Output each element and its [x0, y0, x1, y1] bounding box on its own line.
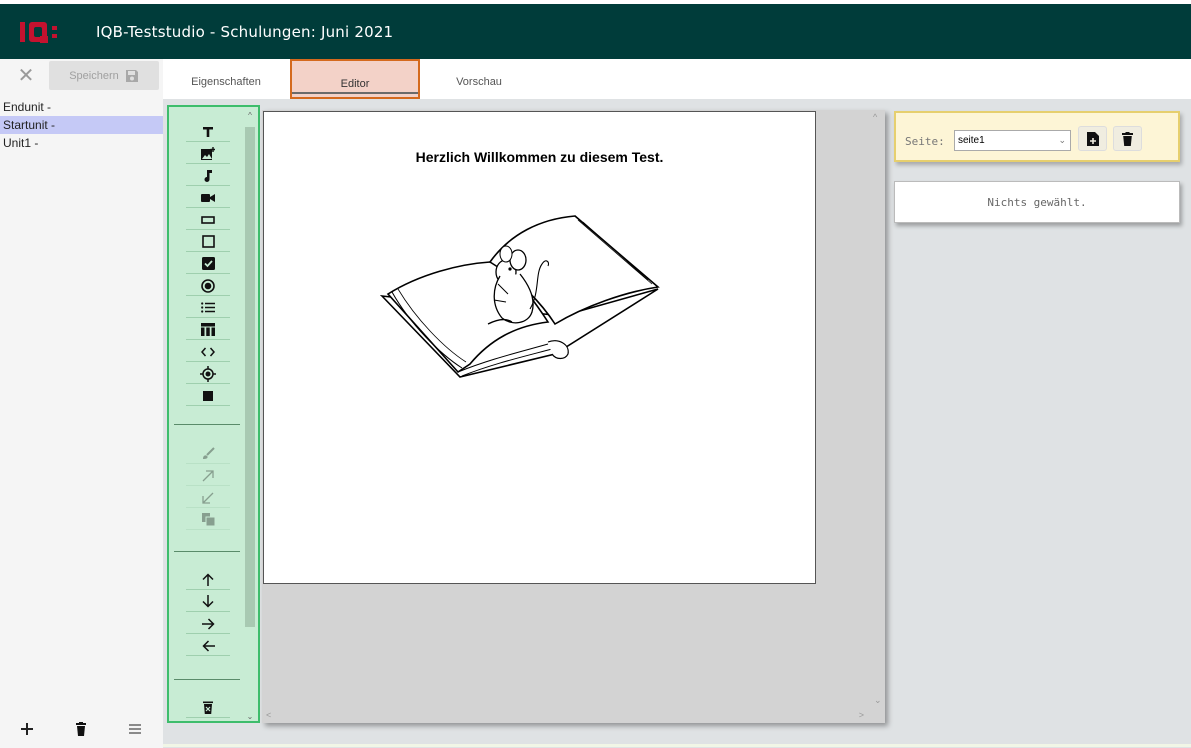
chevron-down-icon: ⌄: [1058, 135, 1066, 145]
toolbox-scroll-thumb[interactable]: [245, 127, 255, 627]
toolbox-divider: [174, 424, 240, 425]
unit-toolbar: ✕ Speichern: [0, 59, 163, 93]
menu-icon: [129, 724, 141, 734]
delete-page-button[interactable]: [1113, 126, 1142, 151]
delete-unit-button[interactable]: [54, 710, 108, 748]
seite-label: Seite:: [905, 135, 945, 148]
toolbox-divider: [174, 551, 240, 552]
tab-editor[interactable]: Editor: [290, 59, 420, 99]
arrow-up-right-icon[interactable]: [186, 466, 230, 486]
unit-page[interactable]: Herzlich Willkommen zu diesem Test.: [263, 111, 816, 584]
arrow-up-icon[interactable]: [186, 570, 230, 590]
app-header: IQB-Teststudio - Schulungen: Juni 2021: [0, 4, 1191, 59]
list-icon[interactable]: [186, 298, 230, 318]
trash-icon: [1122, 131, 1133, 146]
unit-item-endunit[interactable]: Endunit -: [0, 98, 163, 116]
save-icon: [125, 69, 138, 82]
tab-eigenschaften[interactable]: Eigenschaften: [169, 59, 283, 99]
iqb-logo: [18, 16, 70, 48]
scroll-down-icon[interactable]: ⌄: [874, 695, 882, 706]
brush-icon[interactable]: [186, 444, 230, 464]
page-select-value: seite1: [958, 135, 985, 146]
tab-vorschau[interactable]: Vorschau: [421, 59, 537, 99]
scroll-up-icon[interactable]: ^: [244, 111, 256, 120]
arrow-down-left-icon[interactable]: [186, 488, 230, 508]
add-page-button[interactable]: [1078, 126, 1107, 151]
text-field-icon[interactable]: [186, 210, 230, 230]
save-label: Speichern: [69, 69, 119, 82]
unit-list: Endunit - Startunit - Unit1 -: [0, 98, 163, 152]
table-icon[interactable]: [186, 320, 230, 340]
tab-active-indicator: [292, 92, 418, 94]
radio-icon[interactable]: [186, 276, 230, 296]
scroll-left-icon[interactable]: <: [266, 710, 271, 720]
unit-list-panel: ✕ Speichern Endunit - Startunit - Unit1 …: [0, 59, 163, 748]
plus-icon: [21, 723, 33, 735]
unit-item-startunit[interactable]: Startunit -: [0, 116, 163, 134]
app-title: IQB-Teststudio - Schulungen: Juni 2021: [96, 22, 394, 41]
checkbox-icon[interactable]: [186, 254, 230, 274]
delete-element-icon[interactable]: [186, 698, 230, 718]
block-icon[interactable]: [186, 386, 230, 406]
element-toolbox: ^ ⌄: [167, 105, 260, 723]
toolbox-scrollbar[interactable]: ^ ⌄: [244, 111, 256, 721]
add-page-icon: [1086, 131, 1099, 146]
text-area-icon[interactable]: [186, 232, 230, 252]
duplicate-icon[interactable]: [186, 510, 230, 530]
toolbox-divider: [174, 679, 240, 680]
page-selection-panel: Seite: seite1 ⌄: [894, 111, 1180, 162]
close-icon[interactable]: ✕: [14, 64, 38, 88]
page-heading[interactable]: Herzlich Willkommen zu diesem Test.: [264, 149, 815, 165]
book-mouse-image[interactable]: [380, 214, 660, 384]
add-unit-button[interactable]: [0, 710, 54, 748]
scroll-down-icon[interactable]: ⌄: [244, 712, 256, 721]
page-select[interactable]: seite1 ⌄: [954, 130, 1071, 151]
hotspot-icon[interactable]: [186, 364, 230, 384]
menu-button[interactable]: [108, 710, 162, 748]
scroll-up-icon[interactable]: ^: [873, 112, 877, 122]
bottom-divider: [163, 744, 1191, 747]
element-properties-panel: Nichts gewählt.: [894, 181, 1180, 223]
arrow-left-icon[interactable]: [186, 636, 230, 656]
code-icon[interactable]: [186, 342, 230, 362]
unit-item-unit1[interactable]: Unit1 -: [0, 134, 163, 152]
canvas-horizontal-scrollbar[interactable]: < >: [262, 709, 872, 723]
trash-icon: [76, 722, 86, 736]
canvas-vertical-scrollbar[interactable]: ^ ⌄: [871, 110, 885, 710]
no-selection-text: Nichts gewählt.: [987, 196, 1087, 209]
video-icon[interactable]: [186, 188, 230, 208]
unit-actions: [0, 710, 163, 748]
audio-icon[interactable]: [186, 166, 230, 186]
scroll-right-icon[interactable]: >: [859, 710, 864, 720]
arrow-right-icon[interactable]: [186, 614, 230, 634]
arrow-down-icon[interactable]: [186, 592, 230, 612]
image-icon[interactable]: [186, 144, 230, 164]
save-button[interactable]: Speichern: [49, 61, 159, 90]
editor-tabs: Eigenschaften Editor Vorschau: [163, 59, 1191, 99]
tab-editor-label: Editor: [340, 78, 370, 90]
text-icon[interactable]: [186, 122, 230, 142]
